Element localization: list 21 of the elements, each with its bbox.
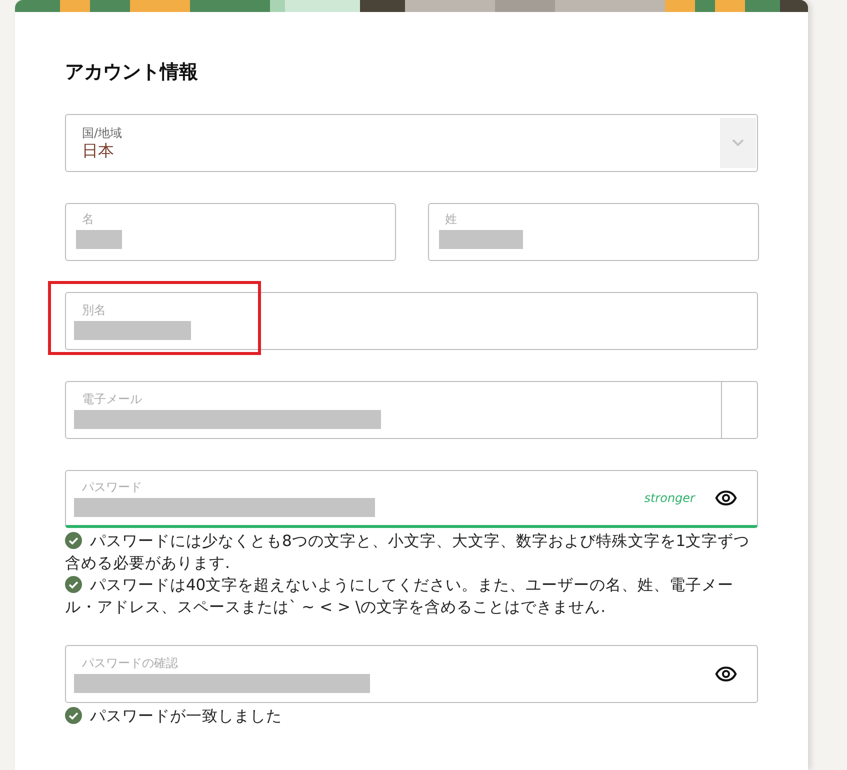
- password-field[interactable]: パスワードの確認: [65, 645, 758, 703]
- password-field[interactable]: パスワード stronger: [65, 470, 758, 528]
- rule-text: パスワードには少なくとも8つの文字と、小文字、大文字、数字および特殊文字を1文字ずつ含める必要があります.: [65, 532, 750, 572]
- field-label: 名: [81, 212, 94, 227]
- text-field[interactable]: 姓: [428, 203, 759, 261]
- field-label: パスワード: [81, 480, 142, 494]
- strength-label: stronger: [644, 491, 695, 505]
- section-title: アカウント情報: [65, 60, 199, 85]
- text-field[interactable]: 別名: [65, 292, 758, 350]
- text-field[interactable]: 名: [65, 203, 396, 261]
- field-value: 日本: [81, 140, 114, 160]
- chevron-down-icon: [731, 138, 745, 148]
- field-label: 姓: [444, 212, 457, 227]
- rule-text: パスワードが一致しました: [90, 707, 282, 725]
- field-label: 国/地域: [81, 126, 122, 140]
- field-label: 別名: [81, 302, 106, 318]
- email-field[interactable]: 電子メール: [65, 381, 758, 439]
- select-field[interactable]: 国/地域 日本: [65, 114, 758, 172]
- rule-text: パスワードは40文字を超えないようにしてください。また、ユーザーの名、姓、電子メール・アドレス、スペースまたは` ~ < > \の文字を含めることはできません.: [65, 576, 734, 616]
- field-label: パスワードの確認: [81, 656, 178, 670]
- field-label: 電子メール: [81, 392, 142, 406]
